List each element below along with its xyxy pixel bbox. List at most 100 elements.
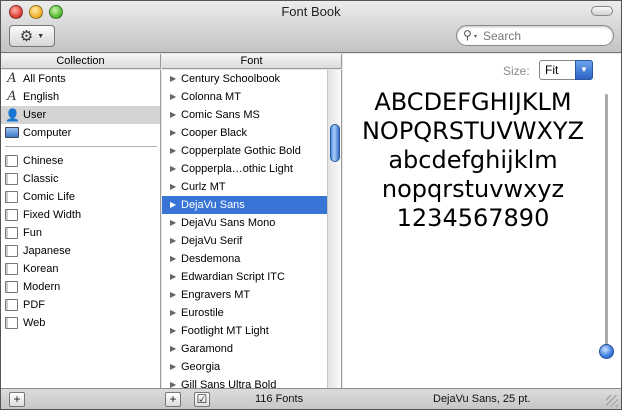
font-list-item[interactable]: ▶ Comic Sans MS (162, 106, 328, 124)
disclosure-triangle-icon[interactable]: ▶ (170, 232, 176, 250)
enable-font-checkbox[interactable]: ☑ (194, 392, 210, 407)
font-list-item-label: Gill Sans Ultra Bold (181, 379, 277, 388)
font-list-item-label: Curlz MT (181, 181, 226, 193)
font-list-scrollbar[interactable] (327, 70, 341, 388)
font-list-item[interactable]: ▶ Copperplate Gothic Bold (162, 142, 328, 160)
disclosure-triangle-icon[interactable]: ▶ (170, 268, 176, 286)
disclosure-triangle-icon[interactable]: ▶ (170, 106, 176, 124)
disclosure-triangle-icon[interactable]: ▶ (170, 88, 176, 106)
sample-text-line: 1234567890 (396, 204, 550, 232)
font-list-item[interactable]: ▶ Cooper Black (162, 124, 328, 142)
search-field[interactable]: ⚲ ▾ (456, 25, 614, 46)
font-list-item[interactable]: ▶ Curlz MT (162, 178, 328, 196)
size-select-value: Fit (545, 63, 559, 77)
font-list-item[interactable]: ▶ Footlight MT Light (162, 322, 328, 340)
sample-text-line: ABCDEFGHIJKLM (374, 88, 572, 116)
action-menu-button[interactable]: ⚙ ▼ (9, 25, 55, 47)
toolbar-toggle-button[interactable] (591, 6, 613, 16)
collection-item-label: English (23, 91, 60, 103)
disclosure-triangle-icon[interactable]: ▶ (170, 358, 176, 376)
disclosure-triangle-icon[interactable]: ▶ (170, 340, 176, 358)
collection-item[interactable]: Web (1, 314, 160, 332)
resize-grip-icon[interactable] (606, 395, 618, 407)
font-list-item[interactable]: ▶ Desdemona (162, 250, 328, 268)
font-list: ▶ Gill Sans Ultra Bold ▶ Georgia ▶ Garamond ▶ F… (162, 70, 342, 388)
font-list-item[interactable]: ▶ DejaVu Sans (162, 196, 328, 214)
toolbar: Font Book ⚙ ▼ ⚲ ▾ (1, 1, 621, 53)
disclosure-triangle-icon[interactable]: ▶ (170, 304, 176, 322)
book-icon (5, 263, 18, 275)
font-list-item-label: Eurostile (181, 307, 224, 319)
font-list-item[interactable]: ▶ DejaVu Sans Mono (162, 214, 328, 232)
disclosure-triangle-icon[interactable]: ▶ (170, 214, 176, 232)
size-slider-knob[interactable] (599, 344, 614, 359)
collection-item[interactable]: Chinese (1, 152, 160, 170)
font-list-item-label: Copperplate Gothic Bold (181, 145, 301, 157)
book-icon (5, 155, 18, 167)
size-slider-track[interactable] (605, 94, 608, 356)
monitor-icon (5, 127, 19, 138)
font-list-item-label: Century Schoolbook (181, 73, 281, 85)
collection-item-label: User (23, 109, 47, 121)
font-list-item[interactable]: ▶ Georgia (162, 358, 328, 376)
font-list-item[interactable]: ▶ Gill Sans Ultra Bold (162, 376, 328, 388)
font-list-item-label: Copperpla…othic Light (181, 163, 293, 175)
font-list-item-label: Footlight MT Light (181, 325, 269, 337)
disclosure-triangle-icon[interactable]: ▶ (170, 196, 176, 214)
font-a-icon: A (7, 71, 17, 86)
collection-item[interactable]: 👤 User (1, 106, 160, 124)
font-a-icon: A (7, 89, 17, 104)
collection-item-label: Fun (23, 227, 42, 239)
disclosure-triangle-icon[interactable]: ▶ (170, 178, 176, 196)
disclosure-triangle-icon[interactable]: ▶ (170, 286, 176, 304)
font-list-item[interactable]: ▶ Colonna MT (162, 88, 328, 106)
font-list-item[interactable]: ▶ Eurostile (162, 304, 328, 322)
collection-item[interactable]: Comic Life (1, 188, 160, 206)
add-collection-button[interactable]: + (9, 392, 25, 407)
font-list-item[interactable]: ▶ Edwardian Script ITC (162, 268, 328, 286)
collection-column-header[interactable]: Collection (1, 54, 161, 69)
disclosure-triangle-icon[interactable]: ▶ (170, 322, 176, 340)
font-list-item[interactable]: ▶ Copperpla…othic Light (162, 160, 328, 178)
gear-icon: ⚙ (19, 27, 34, 45)
add-font-button[interactable]: + (165, 392, 181, 407)
font-list-item[interactable]: ▶ Century Schoolbook (162, 70, 328, 88)
collection-item[interactable]: Computer (1, 124, 160, 142)
font-list-item[interactable]: ▶ Engravers MT (162, 286, 328, 304)
collection-item[interactable]: PDF (1, 296, 160, 314)
collection-item[interactable]: Fun (1, 224, 160, 242)
disclosure-triangle-icon[interactable]: ▶ (170, 250, 176, 268)
disclosure-triangle-icon[interactable]: ▶ (170, 376, 176, 388)
font-list-item[interactable]: ▶ DejaVu Serif (162, 232, 328, 250)
search-input[interactable] (483, 28, 607, 43)
collection-item[interactable]: A English (1, 88, 160, 106)
person-icon: 👤 (5, 108, 20, 122)
collection-item[interactable]: A All Fonts (1, 70, 160, 88)
font-list-item-label: Georgia (181, 361, 221, 373)
collection-item[interactable]: Japanese (1, 242, 160, 260)
collection-item[interactable]: Fixed Width (1, 206, 160, 224)
disclosure-triangle-icon[interactable]: ▶ (170, 70, 176, 88)
collection-item-label: Classic (23, 173, 59, 185)
font-list-item-label: Edwardian Script ITC (181, 271, 285, 283)
disclosure-triangle-icon[interactable]: ▶ (170, 142, 176, 160)
collection-item[interactable]: Modern (1, 278, 160, 296)
font-list-item-label: DejaVu Serif (181, 235, 243, 247)
book-icon (5, 245, 18, 257)
collection-item-label: All Fonts (23, 73, 66, 85)
collection-item[interactable]: Korean (1, 260, 160, 278)
disclosure-triangle-icon[interactable]: ▶ (170, 124, 176, 142)
disclosure-triangle-icon[interactable]: ▶ (170, 160, 176, 178)
window-title: Font Book (281, 4, 341, 19)
collection-list: A All Fonts A English 👤 User Computer Chinese Cl… (1, 70, 161, 388)
font-column-header[interactable]: Font (162, 54, 342, 69)
scrollbar-thumb[interactable] (330, 124, 340, 162)
chevron-down-icon: ▼ (575, 60, 593, 80)
size-label: Size: (503, 64, 530, 78)
collection-item-label: Web (23, 317, 46, 329)
search-icon: ⚲ (463, 28, 472, 42)
size-select[interactable]: Fit ▼ (539, 60, 593, 80)
collection-item[interactable]: Classic (1, 170, 160, 188)
collection-item-label: Comic Life (23, 191, 75, 203)
font-list-item[interactable]: ▶ Garamond (162, 340, 328, 358)
